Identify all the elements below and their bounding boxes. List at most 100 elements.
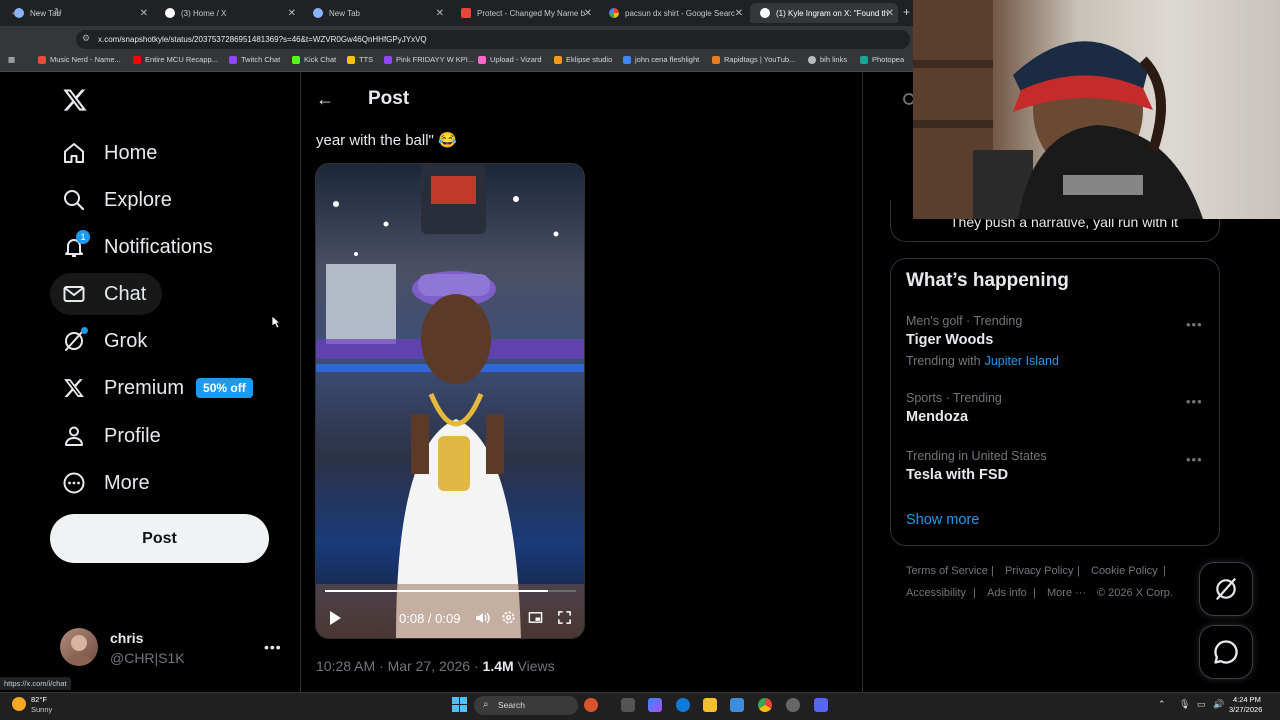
- footer-link[interactable]: Cookie Policy: [1091, 565, 1158, 577]
- discord-icon[interactable]: [814, 698, 828, 712]
- edge-icon[interactable]: [676, 698, 690, 712]
- browser-tab-active[interactable]: (1) Kyle Ingram on X: "Found th ✕: [750, 3, 898, 23]
- bookmark-item[interactable]: Twitch Chat: [229, 55, 280, 64]
- footer-link[interactable]: Ads info: [987, 587, 1027, 599]
- task-view-icon[interactable]: [621, 698, 635, 712]
- close-icon[interactable]: ✕: [735, 8, 743, 19]
- nav-label: Premium: [104, 376, 185, 399]
- bookmark-item[interactable]: Entire MCU Recapp...: [133, 55, 218, 64]
- chrome-icon[interactable]: [758, 698, 772, 712]
- bookmark-item[interactable]: Music Nerd - Name...: [38, 55, 121, 64]
- trend-sub-link[interactable]: Jupiter Island: [985, 354, 1059, 368]
- grok-icon: [62, 327, 88, 353]
- store-icon[interactable]: [730, 698, 744, 712]
- trend-name[interactable]: Tiger Woods: [906, 332, 993, 348]
- nav-home[interactable]: Home: [50, 132, 173, 174]
- tray-chevron-icon[interactable]: ⌃: [1158, 699, 1166, 710]
- bookmark-item[interactable]: john cena fleshlight: [623, 55, 699, 64]
- bookmark-item[interactable]: Kick Chat: [292, 55, 336, 64]
- bookmark-item[interactable]: Photopea: [860, 55, 904, 64]
- footer-link[interactable]: More ···: [1047, 587, 1086, 599]
- bookmark-icon: [860, 55, 868, 64]
- weather-temp[interactable]: 82°F: [31, 695, 47, 704]
- trend-more-icon[interactable]: •••: [1186, 452, 1203, 467]
- new-tab-icon[interactable]: +: [903, 5, 910, 19]
- close-icon[interactable]: ✕: [140, 8, 148, 19]
- clock-time[interactable]: 4:24 PM: [1233, 695, 1261, 704]
- fullscreen-icon[interactable]: [557, 610, 572, 628]
- trend-context: Trending in United States: [906, 449, 1047, 463]
- weather-desc[interactable]: Sunny: [31, 705, 52, 714]
- premium-discount-badge: 50% off: [196, 378, 253, 398]
- volume-icon[interactable]: [474, 610, 490, 629]
- views-count: 1.4M: [482, 658, 514, 674]
- close-icon[interactable]: ✕: [436, 8, 444, 19]
- footer-link[interactable]: Privacy Policy: [1005, 565, 1073, 577]
- nav-profile[interactable]: Profile: [50, 415, 177, 457]
- post-button[interactable]: Post: [50, 514, 269, 563]
- clock-date[interactable]: 3/27/2026: [1229, 705, 1262, 714]
- forward-icon[interactable]: →: [32, 7, 42, 18]
- bookmark-item[interactable]: TTS: [347, 55, 373, 64]
- apps-icon[interactable]: ▦: [8, 55, 15, 64]
- x-logo-icon[interactable]: [62, 87, 88, 113]
- tab-title: (3) Home / X: [181, 8, 227, 18]
- bookmark-item[interactable]: bih links: [808, 55, 847, 64]
- nav-grok[interactable]: Grok: [50, 320, 163, 362]
- nav-explore[interactable]: Explore: [50, 179, 188, 221]
- nav-label: More: [104, 471, 150, 494]
- bookmark-icon: [554, 55, 562, 64]
- browser-tab[interactable]: (3) Home / X ✕: [155, 3, 300, 23]
- back-icon[interactable]: ←: [10, 7, 20, 18]
- settings-gear-icon[interactable]: [501, 610, 516, 628]
- trend-more-icon[interactable]: •••: [1186, 317, 1203, 332]
- play-icon[interactable]: [328, 610, 342, 629]
- show-more-link[interactable]: Show more: [906, 512, 979, 528]
- bookmark-item[interactable]: Rapidtags | YouTub...: [712, 55, 795, 64]
- account-more-icon[interactable]: •••: [264, 639, 282, 655]
- bookmark-item[interactable]: Pink FRIDAYY W KPI...: [384, 55, 474, 64]
- reload-icon[interactable]: ↻: [54, 7, 62, 18]
- video-progress-fill: [325, 590, 549, 592]
- nav-chat[interactable]: Chat: [50, 273, 163, 315]
- taskbar-search[interactable]: Search: [474, 696, 578, 715]
- back-arrow-icon[interactable]: ←: [316, 89, 334, 110]
- trend-more-icon[interactable]: •••: [1186, 394, 1203, 409]
- grok-floating-button[interactable]: [1199, 562, 1253, 616]
- nav-more[interactable]: More: [50, 462, 166, 504]
- bookmark-label: Pink FRIDAYY W KPI...: [396, 55, 475, 64]
- video-player[interactable]: [315, 163, 585, 639]
- nav-premium[interactable]: Premium 50% off: [50, 367, 269, 409]
- address-bar[interactable]: x.com/snapshotkyle/status/20375372869514…: [76, 30, 910, 49]
- avatar[interactable]: [60, 628, 98, 666]
- site-info-icon[interactable]: ⚙: [82, 33, 90, 44]
- browser-tab[interactable]: New Tab ✕: [303, 3, 448, 23]
- windows-start-icon[interactable]: [452, 697, 467, 712]
- messages-floating-button[interactable]: [1199, 625, 1253, 679]
- cursor-icon: [271, 315, 281, 329]
- search-highlight-icon[interactable]: [584, 698, 598, 712]
- footer-link[interactable]: Accessibility: [906, 587, 966, 599]
- bookmark-icon: [38, 55, 46, 64]
- browser-tab[interactable]: New Tab ✕: [4, 3, 152, 23]
- webcam-overlay: [913, 0, 1280, 219]
- trends-title: What’s happening: [906, 270, 1069, 291]
- browser-tab[interactable]: Protect - Changed My Name b ✕: [451, 3, 596, 23]
- close-icon[interactable]: ✕: [288, 8, 296, 19]
- bookmark-item[interactable]: Upload - Vizard: [478, 55, 542, 64]
- copilot-icon[interactable]: [648, 698, 662, 712]
- trend-name[interactable]: Mendoza: [906, 409, 968, 425]
- network-icon[interactable]: ▭: [1197, 699, 1206, 710]
- bookmark-item[interactable]: Eklipse studio: [554, 55, 612, 64]
- picture-in-picture-icon[interactable]: [528, 610, 543, 628]
- footer-link[interactable]: Terms of Service: [906, 565, 988, 577]
- volume-icon[interactable]: 🔊: [1213, 699, 1224, 710]
- microphone-icon[interactable]: 🎙: [1179, 699, 1190, 710]
- app-icon[interactable]: [786, 698, 800, 712]
- browser-tab[interactable]: pacsun dx shirt - Google Search ✕: [599, 3, 747, 23]
- nav-notifications[interactable]: 1 Notifications: [50, 226, 229, 268]
- close-icon[interactable]: ✕: [886, 8, 894, 19]
- close-icon[interactable]: ✕: [584, 8, 592, 19]
- file-explorer-icon[interactable]: [703, 698, 717, 712]
- trend-name[interactable]: Tesla with FSD: [906, 467, 1008, 483]
